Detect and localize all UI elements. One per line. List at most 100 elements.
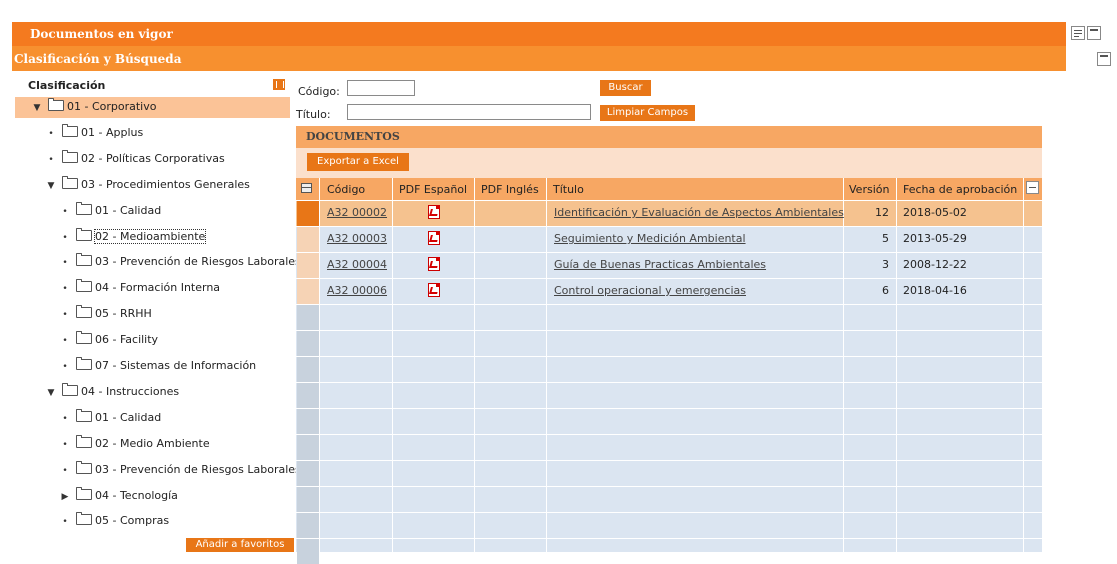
tree-item[interactable]: • 03 - Prevención de Riesgos Laborales: [60, 252, 301, 272]
row-selector[interactable]: [297, 409, 319, 434]
folder-icon: [62, 149, 78, 163]
col-header-code[interactable]: Código: [327, 183, 365, 196]
tree-item[interactable]: • 02 - Medioambiente: [60, 227, 207, 247]
tree-item[interactable]: • 02 - Medio Ambiente: [60, 434, 210, 454]
document-code-link[interactable]: A32 00003: [327, 232, 387, 245]
search-button[interactable]: Buscar: [600, 80, 651, 96]
tree-item-label[interactable]: 03 - Procedimientos Generales: [81, 178, 250, 191]
tree-item-label[interactable]: 01 - Calidad: [95, 411, 161, 424]
grid-row-divider: [296, 252, 1042, 253]
row-selector[interactable]: [297, 487, 319, 512]
tree-item-label[interactable]: 02 - Medioambiente: [93, 228, 207, 244]
document-approval-date: 2013-05-29: [903, 232, 967, 245]
col-header-date[interactable]: Fecha de aprobación: [903, 183, 1017, 196]
tree-item[interactable]: ▼ 03 - Procedimientos Generales: [46, 175, 250, 195]
expanded-icon[interactable]: ▼: [46, 176, 56, 196]
document-title-link[interactable]: Seguimiento y Medición Ambiental: [554, 232, 746, 245]
tree-item[interactable]: • 05 - Compras: [60, 511, 169, 531]
pdf-icon[interactable]: [428, 205, 440, 219]
tree-item[interactable]: • 04 - Formación Interna: [60, 278, 220, 298]
tree-item-label[interactable]: 01 - Applus: [81, 126, 143, 139]
col-header-version[interactable]: Versión: [849, 183, 889, 196]
tree-item-label[interactable]: 05 - RRHH: [95, 307, 152, 320]
row-selector[interactable]: [297, 201, 319, 226]
document-code-link[interactable]: A32 00004: [327, 258, 387, 271]
grid-row-divider: [296, 408, 1042, 409]
tree-item[interactable]: ▼ 04 - Instrucciones: [46, 382, 179, 402]
col-header-title[interactable]: Título: [553, 183, 584, 196]
tree-item-label[interactable]: 01 - Calidad: [95, 204, 161, 217]
tree-item[interactable]: • 07 - Sistemas de Información: [60, 356, 256, 376]
grid-row-divider: [296, 356, 1042, 357]
collapsed-icon[interactable]: ▶: [60, 487, 70, 507]
grid-row-divider: [296, 486, 1042, 487]
tree-item[interactable]: ▶ 04 - Tecnología: [60, 486, 178, 506]
folder-icon: [76, 486, 92, 500]
export-excel-button[interactable]: Exportar a Excel: [307, 153, 409, 171]
document-version: 5: [882, 232, 889, 245]
bullet-icon: •: [62, 258, 68, 269]
grid-row-divider: [296, 200, 1042, 201]
col-header-pdf-es[interactable]: PDF Español: [399, 183, 467, 196]
column-chooser-icon[interactable]: [301, 183, 312, 193]
document-title-link[interactable]: Identificación y Evaluación de Aspectos …: [554, 206, 844, 219]
row-selector[interactable]: [297, 253, 319, 278]
title-input[interactable]: [347, 104, 591, 120]
tree-item-label[interactable]: 04 - Formación Interna: [95, 281, 220, 294]
tree-item-label[interactable]: 01 - Corporativo: [67, 100, 156, 113]
row-selector[interactable]: [297, 513, 319, 538]
grid-column-divider: [843, 178, 844, 552]
row-selector[interactable]: [297, 461, 319, 486]
tree-item[interactable]: • 01 - Calidad: [60, 408, 161, 428]
tree-item[interactable]: • 05 - RRHH: [60, 304, 152, 324]
expanded-icon[interactable]: ▼: [32, 98, 42, 118]
add-favorites-button[interactable]: Añadir a favoritos: [186, 538, 294, 552]
tree-item-label[interactable]: 03 - Prevención de Riesgos Laborales: [95, 255, 301, 268]
minimize-icon[interactable]: [1087, 26, 1101, 40]
row-selector[interactable]: [297, 279, 319, 304]
tree-item-label[interactable]: 02 - Medio Ambiente: [95, 437, 210, 450]
tree-item[interactable]: • 01 - Calidad: [60, 201, 161, 221]
tree-item[interactable]: ▼ 01 - Corporativo: [32, 97, 156, 117]
document-title-link[interactable]: Control operacional y emergencias: [554, 284, 746, 297]
expanded-icon[interactable]: ▼: [46, 383, 56, 403]
grid-row-divider: [296, 382, 1042, 383]
grid-column-divider: [1023, 178, 1024, 552]
collapse-grid-icon[interactable]: [1026, 181, 1039, 194]
document-code-link[interactable]: A32 00006: [327, 284, 387, 297]
row-selector[interactable]: [297, 227, 319, 252]
tree-item-label[interactable]: 05 - Compras: [95, 514, 169, 527]
folder-icon: [76, 331, 92, 345]
pdf-icon[interactable]: [428, 231, 440, 245]
grid-row-divider: [296, 460, 1042, 461]
tree-item-label[interactable]: 06 - Facility: [95, 333, 158, 346]
list-view-icon[interactable]: [1071, 26, 1085, 40]
tree-item-label[interactable]: 04 - Tecnología: [95, 489, 178, 502]
col-header-pdf-en[interactable]: PDF Inglés: [481, 183, 539, 196]
pdf-icon[interactable]: [428, 257, 440, 271]
collapse-panel-icon[interactable]: [1097, 52, 1111, 66]
row-selector[interactable]: [297, 383, 319, 408]
tree-item[interactable]: • 02 - Políticas Corporativas: [46, 149, 225, 169]
row-selector[interactable]: [297, 331, 319, 356]
tree-item-label[interactable]: 03 - Prevención de Riesgos Laborales: [95, 463, 301, 476]
pdf-icon[interactable]: [428, 283, 440, 297]
row-selector[interactable]: [297, 305, 319, 330]
bullet-icon: •: [62, 310, 68, 321]
grid-column-divider: [474, 178, 475, 552]
tree-item-label[interactable]: 07 - Sistemas de Información: [95, 359, 256, 372]
row-selector[interactable]: [297, 357, 319, 382]
tree-item-label[interactable]: 04 - Instrucciones: [81, 385, 179, 398]
code-input[interactable]: [347, 80, 415, 96]
clear-fields-button[interactable]: Limpiar Campos: [600, 105, 695, 121]
tree-item[interactable]: • 01 - Applus: [46, 123, 143, 143]
tree-item-label[interactable]: 02 - Políticas Corporativas: [81, 152, 225, 165]
tree-item[interactable]: • 06 - Facility: [60, 330, 158, 350]
document-title-link[interactable]: Guía de Buenas Practicas Ambientales: [554, 258, 766, 271]
grid-row-divider: [296, 226, 1042, 227]
row-selector[interactable]: [297, 435, 319, 460]
sort-icon[interactable]: [273, 79, 285, 90]
document-code-link[interactable]: A32 00002: [327, 206, 387, 219]
tree-item[interactable]: • 03 - Prevención de Riesgos Laborales: [60, 460, 301, 480]
classification-title: Clasificación: [28, 79, 106, 92]
